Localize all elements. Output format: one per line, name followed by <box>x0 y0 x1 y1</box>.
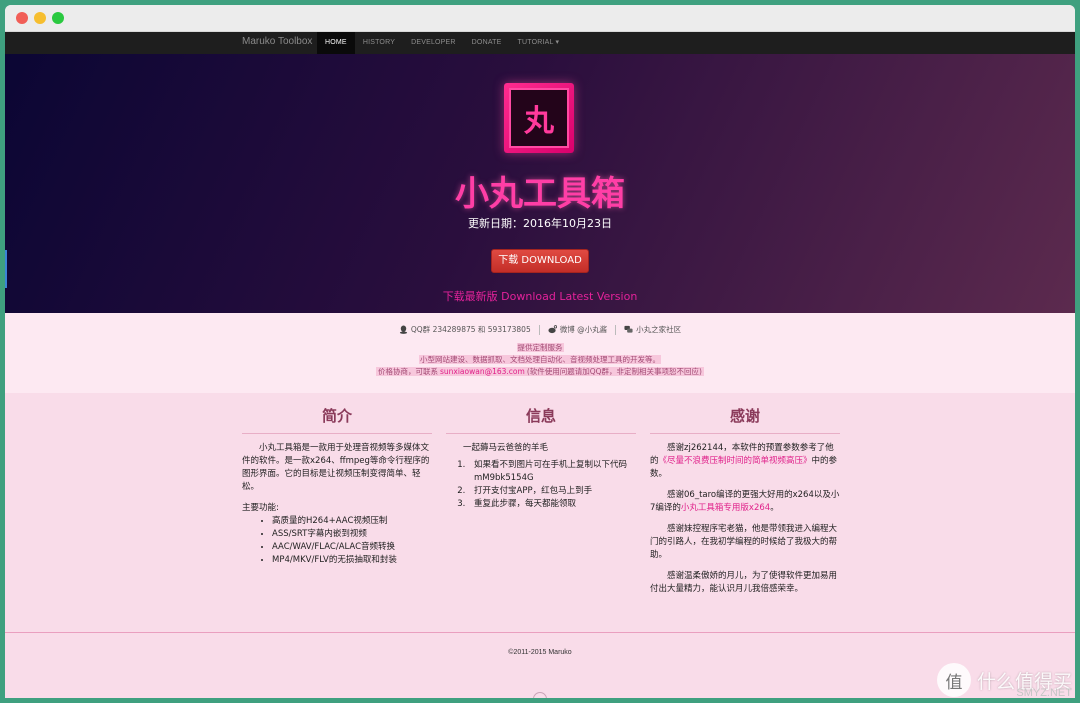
thanks-paragraph-4: 感谢温柔傲娇的月儿，为了使得软件更加易用付出大量精力，能认识月儿我倍感荣幸。 <box>650 571 838 594</box>
community-text: 小丸之家社区 <box>636 325 682 334</box>
download-button[interactable]: 下载 DOWNLOAD <box>491 249 589 273</box>
app-logo: 丸 <box>504 83 574 153</box>
nav-menu: HOME HISTORY DEVELOPER DONATE TUTORIAL ▾ <box>317 32 567 54</box>
minimize-window-button[interactable] <box>34 12 46 24</box>
intro-heading: 简介 <box>242 393 432 434</box>
nav-item-tutorial-dropdown[interactable]: TUTORIAL ▾ <box>510 32 568 54</box>
window-titlebar <box>5 5 1075 32</box>
community-link[interactable]: 小丸之家社区 <box>624 324 681 335</box>
thanks-column: 感谢 感谢zj262144，本软件的预置参数参考了他的《尽量不浪费压制时间的简单… <box>650 393 840 596</box>
qq-icon <box>399 325 407 334</box>
scroll-indicator-icon <box>533 692 547 698</box>
contact-info-bar: QQ群 234289875 和 593173805 微博 @小丸酱 小丸之家社区… <box>5 313 1075 393</box>
list-item: 如果看不到图片可在手机上复制以下代码 mM9bk5154G <box>468 459 636 485</box>
service-title: 提供定制服务 <box>516 343 564 352</box>
hero-title: 小丸工具箱 <box>455 174 625 214</box>
watermark-subtext: SMYZ.NET <box>1016 687 1072 699</box>
info-steps-list: 如果看不到图片可在手机上复制以下代码 mM9bk5154G 打开支付宝APP，红… <box>446 459 636 511</box>
thanks-heading: 感谢 <box>650 393 840 434</box>
main-content: 简介 小丸工具箱是一款用于处理音视频等多媒体文件的软件。是一款x264、ffmp… <box>5 393 1075 643</box>
weibo-text: 微博 @小丸酱 <box>559 325 608 334</box>
side-tab-handle[interactable] <box>5 250 7 288</box>
nav-item-donate[interactable]: DONATE <box>464 32 510 54</box>
custom-service-notice: 提供定制服务 小型网站建设、数据抓取、文档处理自动化、音视频处理工具的开发等。 … <box>5 342 1075 378</box>
info-column: 信息 一起薅马云爸爸的羊毛 如果看不到图片可在手机上复制以下代码 mM9bk51… <box>446 393 636 511</box>
page-footer: ©2011-2015 Maruko <box>5 632 1075 698</box>
zoom-window-button[interactable] <box>52 12 64 24</box>
nav-brand[interactable]: Maruko Toolbox <box>242 36 312 47</box>
copyright-text: ©2011-2015 Maruko <box>508 649 572 656</box>
intro-description: 小丸工具箱是一款用于处理音视频等多媒体文件的软件。是一款x264、ffmpeg等… <box>242 443 430 492</box>
info-heading: 信息 <box>446 393 636 434</box>
thanks-paragraph-3: 感谢妹控程序宅老猫，他是带领我进入编程大门的引路人，在我初学编程的时候给了我极大… <box>650 524 838 560</box>
watermark-logo-icon: 值 <box>936 663 971 697</box>
list-item: ASS/SRT字幕内嵌到视频 <box>272 528 432 541</box>
site-watermark: 值 什么值得买 SMYZ.NET <box>936 663 1072 699</box>
latest-version-link[interactable]: 下载最新版 Download Latest Version <box>5 288 1075 304</box>
list-item: 打开支付宝APP，红包马上到手 <box>468 485 636 498</box>
weibo-link[interactable]: 微博 @小丸酱 <box>548 324 607 335</box>
qq-group-link[interactable]: QQ群 234289875 和 593173805 <box>399 324 531 335</box>
features-label: 主要功能: <box>242 503 279 513</box>
qq-group-text: QQ群 234289875 和 593173805 <box>410 325 531 334</box>
service-line-2-suffix: (软件使用问题请加QQ群，非定制相关事项恕不回应) <box>525 367 703 376</box>
nav-item-history[interactable]: HISTORY <box>355 32 403 54</box>
divider <box>538 324 540 335</box>
weibo-icon <box>548 325 557 334</box>
feature-list: 高质量的H264+AAC视频压制 ASS/SRT字幕内嵌到视频 AAC/WAV/… <box>242 515 432 567</box>
info-intro: 一起薅马云爸爸的羊毛 <box>463 443 549 453</box>
browser-window: Maruko Toolbox HOME HISTORY DEVELOPER DO… <box>5 5 1075 698</box>
service-email-link[interactable]: sunxiaowan@163.com <box>439 367 526 376</box>
thanks-paragraph-2: 感谢06_taro编译的更强大好用的x264以及小7编译的小丸工具箱专用版x26… <box>650 489 840 515</box>
list-item: MP4/MKV/FLV的无损抽取和封装 <box>272 554 432 567</box>
list-item: 高质量的H264+AAC视频压制 <box>272 515 432 528</box>
hero-banner: 丸 小丸工具箱 更新日期：2016年10月23日 下载 DOWNLOAD 下载最… <box>5 54 1075 313</box>
logo-char: 丸 <box>524 104 554 139</box>
nav-item-developer[interactable]: DEVELOPER <box>403 32 464 54</box>
custom-x264-link[interactable]: 小丸工具箱专用版x264 <box>681 503 770 513</box>
chat-bubbles-icon <box>624 325 633 333</box>
contact-links: QQ群 234289875 和 593173805 微博 @小丸酱 小丸之家社区 <box>5 324 1075 335</box>
service-line-1: 小型网站建设、数据抓取、文档处理自动化、音视频处理工具的开发等。 <box>419 355 661 364</box>
nav-item-home[interactable]: HOME <box>317 32 355 54</box>
list-item: AAC/WAV/FLAC/ALAC音频转换 <box>272 541 432 554</box>
update-date: 更新日期：2016年10月23日 <box>468 217 612 230</box>
close-window-button[interactable] <box>16 12 28 24</box>
top-navbar: Maruko Toolbox HOME HISTORY DEVELOPER DO… <box>5 32 1075 54</box>
list-item: 重复此步骤，每天都能领取 <box>468 498 636 511</box>
divider <box>615 324 617 335</box>
service-line-2-prefix: 价格协商，可联系 <box>377 367 439 376</box>
parameter-article-link[interactable]: 《尽量不浪费压制时间的简单视频高压》 <box>659 456 812 466</box>
thanks-p2-tail: 。 <box>770 503 779 513</box>
thanks-paragraph-1: 感谢zj262144，本软件的预置参数参考了他的《尽量不浪费压制时间的简单视频高… <box>650 442 840 481</box>
intro-column: 简介 小丸工具箱是一款用于处理音视频等多媒体文件的软件。是一款x264、ffmp… <box>242 393 432 567</box>
